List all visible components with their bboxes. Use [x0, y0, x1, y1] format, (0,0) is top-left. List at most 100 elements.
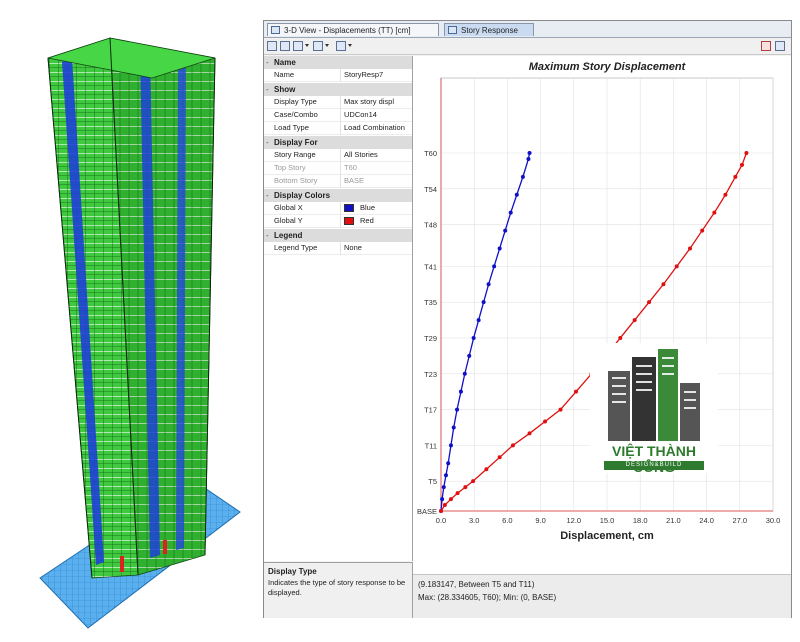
data-point-global-x: [527, 151, 532, 155]
3d-view-icon: [271, 26, 280, 34]
data-point-global-y: [442, 503, 447, 508]
collapse-icon[interactable]: -: [266, 136, 269, 149]
global-y-color-name: Red: [360, 216, 374, 225]
print-icon[interactable]: [280, 41, 290, 51]
data-point-global-x: [443, 473, 448, 478]
x-tick-label: 24.0: [699, 516, 714, 525]
chart-status-bar: (9.183147, Between T5 and T11) Max: (28.…: [413, 574, 791, 618]
case-combo-value[interactable]: UDCon14: [342, 109, 377, 121]
y-tick-label: T48: [424, 221, 437, 230]
data-point-global-y: [688, 246, 692, 251]
display-type-value[interactable]: Max story displ: [342, 96, 394, 108]
data-point-global-y: [733, 174, 738, 179]
table-icon[interactable]: [313, 41, 323, 51]
collapse-icon[interactable]: -: [266, 189, 269, 202]
data-point-global-y: [700, 228, 705, 233]
data-point-global-x: [503, 228, 508, 233]
building-model-drawing: [39, 37, 241, 629]
x-tick-label: 9.0: [535, 516, 545, 525]
data-point-global-x: [467, 353, 472, 358]
layout-icon[interactable]: [775, 41, 785, 51]
property-row-name[interactable]: Name StoryResp7: [264, 69, 412, 82]
category-legend[interactable]: - Legend: [264, 229, 412, 242]
data-point-global-y: [723, 192, 728, 197]
y-tick-label: T23: [424, 370, 437, 379]
data-point-global-x: [458, 389, 463, 394]
data-point-global-x: [441, 485, 446, 490]
name-value[interactable]: StoryResp7: [342, 69, 383, 81]
data-point-global-y: [661, 282, 666, 287]
category-display-for[interactable]: - Display For: [264, 136, 412, 149]
category-display-colors[interactable]: - Display Colors: [264, 189, 412, 202]
data-point-global-x: [497, 246, 502, 251]
logo-buildings-graphic: [608, 349, 700, 441]
x-tick-label: 12.0: [566, 516, 581, 525]
load-type-value[interactable]: Load Combination: [342, 122, 405, 134]
data-point-global-x: [455, 407, 460, 412]
tab-story-response[interactable]: Story Response: [444, 23, 534, 36]
property-row-load-type[interactable]: Load Type Load Combination: [264, 122, 412, 135]
property-row-legend-type[interactable]: Legend Type None: [264, 242, 412, 255]
save-icon[interactable]: [267, 41, 277, 51]
data-point-global-x: [481, 300, 486, 305]
data-point-global-y: [448, 497, 453, 502]
3d-building-model[interactable]: [0, 0, 258, 640]
help-text: Indicates the type of story response to …: [268, 578, 406, 597]
property-row-story-range[interactable]: Story Range All Stories: [264, 149, 412, 162]
data-point-global-x: [520, 174, 525, 179]
property-row-global-x[interactable]: Global X Blue: [264, 202, 412, 215]
y-tick-label: T54: [424, 185, 437, 194]
property-row-display-type[interactable]: Display Type Max story displ: [264, 96, 412, 109]
x-tick-label: 30.0: [766, 516, 781, 525]
data-point-global-y: [558, 407, 563, 412]
data-point-global-y: [543, 419, 548, 424]
document-dropdown-arrow-icon[interactable]: [348, 44, 352, 47]
collapse-icon[interactable]: -: [266, 56, 269, 69]
data-point-global-y: [439, 509, 443, 513]
document-tab-bar: 3-D View - Displacements (TT) [cm] Story…: [264, 21, 791, 38]
export-dropdown-arrow-icon[interactable]: [305, 44, 309, 47]
collapse-icon[interactable]: -: [266, 83, 269, 96]
y-tick-label: T11: [425, 441, 437, 450]
tab-3d-view-displacements[interactable]: 3-D View - Displacements (TT) [cm]: [267, 23, 439, 36]
data-point-global-x: [462, 371, 467, 376]
y-tick-label: T35: [424, 298, 437, 307]
y-tick-label: T60: [424, 149, 437, 158]
property-row-top-story: Top Story T60: [264, 162, 412, 175]
property-row-bottom-story: Bottom Story BASE: [264, 175, 412, 188]
x-tick-label: 18.0: [633, 516, 648, 525]
pin-icon[interactable]: [761, 41, 771, 51]
y-tick-label: T17: [424, 406, 437, 415]
y-tick-label: BASE: [417, 507, 437, 516]
document-icon[interactable]: [336, 41, 346, 51]
data-point-global-x: [448, 443, 453, 448]
table-dropdown-arrow-icon[interactable]: [325, 44, 329, 47]
property-grid: - Name Name StoryResp7 - Show Display Ty…: [264, 56, 413, 561]
cursor-readout: (9.183147, Between T5 and T11): [418, 580, 535, 589]
chart-panel[interactable]: Maximum Story Displacement 0.0 3.0 6.0 9.0 12…: [413, 56, 791, 574]
export-icon[interactable]: [293, 41, 303, 51]
global-y-color-swatch[interactable]: [344, 217, 354, 225]
story-response-icon: [448, 26, 457, 34]
category-name[interactable]: - Name: [264, 56, 412, 69]
category-show[interactable]: - Show: [264, 83, 412, 96]
property-row-case-combo[interactable]: Case/Combo UDCon14: [264, 109, 412, 122]
y-tick-label: T29: [424, 334, 437, 343]
max-min-readout: Max: (28.334605, T60); Min: (0, BASE): [418, 593, 557, 602]
y-tick-label: T5: [428, 477, 437, 486]
global-x-color-swatch[interactable]: [344, 204, 354, 212]
collapse-icon[interactable]: -: [266, 229, 269, 242]
help-title: Display Type: [268, 567, 317, 576]
story-displacement-chart[interactable]: Maximum Story Displacement 0.0 3.0 6.0 9.0 12…: [413, 56, 791, 574]
x-tick-label: 3.0: [469, 516, 479, 525]
legend-type-value[interactable]: None: [342, 242, 362, 254]
data-point-global-y: [484, 467, 489, 472]
property-help-box: Display Type Indicates the type of story…: [264, 562, 413, 618]
tab-3d-view-label: 3-D View - Displacements (TT) [cm]: [284, 26, 411, 35]
company-logo: VIỆT THÀNH CÔNG DESIGN&BUILD: [590, 343, 718, 475]
data-point-global-y: [744, 151, 749, 155]
chart-title: Maximum Story Displacement: [529, 61, 687, 73]
story-range-value[interactable]: All Stories: [342, 149, 378, 161]
property-row-global-y[interactable]: Global Y Red: [264, 215, 412, 228]
data-point-global-x: [508, 210, 513, 215]
